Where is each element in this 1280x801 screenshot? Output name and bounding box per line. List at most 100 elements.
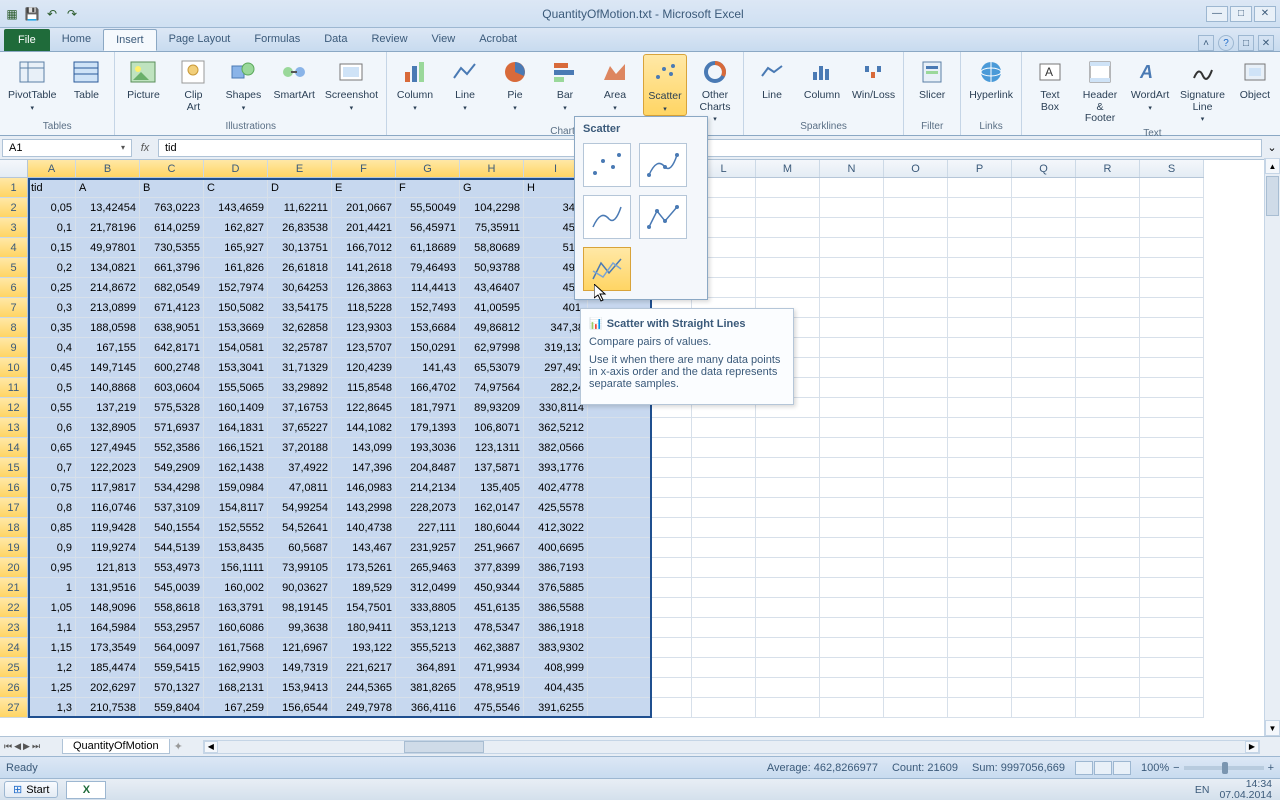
cell[interactable]: 156,6544 — [268, 698, 332, 718]
cell[interactable]: 0,45 — [28, 358, 76, 378]
cell[interactable]: 163,3791 — [204, 598, 268, 618]
cell[interactable]: 73,99105 — [268, 558, 332, 578]
cell[interactable] — [756, 498, 820, 518]
cell[interactable] — [884, 238, 948, 258]
cell[interactable] — [756, 698, 820, 718]
cell[interactable]: 549,2909 — [140, 458, 204, 478]
cell[interactable]: 56,45971 — [396, 218, 460, 238]
cell[interactable]: 54,52641 — [268, 518, 332, 538]
cell[interactable] — [1140, 498, 1204, 518]
hscroll-left[interactable]: ◀ — [204, 741, 218, 753]
cell[interactable] — [884, 578, 948, 598]
cell[interactable] — [948, 618, 1012, 638]
cell[interactable]: 180,9411 — [332, 618, 396, 638]
cell[interactable]: 383,9302 — [524, 638, 588, 658]
cell[interactable]: 201,0667 — [332, 198, 396, 218]
cell[interactable]: D — [268, 178, 332, 198]
cell[interactable]: 37,4922 — [268, 458, 332, 478]
shapes-button[interactable]: Shapes▾ — [221, 54, 265, 114]
cell[interactable] — [820, 438, 884, 458]
cell[interactable]: 165,927 — [204, 238, 268, 258]
row-header[interactable]: 7 — [0, 298, 28, 318]
cell[interactable] — [884, 438, 948, 458]
clipart-button[interactable]: Clip Art — [171, 54, 215, 115]
cell[interactable]: 0,1 — [28, 218, 76, 238]
cell[interactable]: 161,826 — [204, 258, 268, 278]
cell[interactable]: 162,827 — [204, 218, 268, 238]
cell[interactable] — [652, 418, 692, 438]
cell[interactable]: 0,35 — [28, 318, 76, 338]
cell[interactable]: 537,3109 — [140, 498, 204, 518]
cell[interactable]: 160,6086 — [204, 618, 268, 638]
cell[interactable] — [1140, 298, 1204, 318]
cell[interactable] — [1012, 438, 1076, 458]
cell[interactable]: 244,5365 — [332, 678, 396, 698]
cell[interactable] — [652, 678, 692, 698]
cell[interactable]: 475,5546 — [460, 698, 524, 718]
tab-page-layout[interactable]: Page Layout — [157, 29, 243, 51]
cell[interactable] — [948, 578, 1012, 598]
row-header[interactable]: 23 — [0, 618, 28, 638]
column-header[interactable]: B — [76, 160, 140, 177]
cell[interactable]: 54,99254 — [268, 498, 332, 518]
column-header[interactable]: Q — [1012, 160, 1076, 177]
cell[interactable]: 147,396 — [332, 458, 396, 478]
row-header[interactable]: 15 — [0, 458, 28, 478]
cell[interactable]: 221,6217 — [332, 658, 396, 678]
cell[interactable] — [948, 278, 1012, 298]
cell[interactable] — [820, 598, 884, 618]
cell[interactable]: 168,2131 — [204, 678, 268, 698]
cell[interactable] — [1012, 498, 1076, 518]
cell[interactable] — [1140, 478, 1204, 498]
cell[interactable] — [1012, 538, 1076, 558]
cell[interactable] — [884, 358, 948, 378]
cell[interactable] — [692, 558, 756, 578]
cell[interactable] — [1076, 438, 1140, 458]
slicer-button[interactable]: Slicer — [910, 54, 954, 104]
cell[interactable]: 131,9516 — [76, 578, 140, 598]
cell[interactable] — [1140, 178, 1204, 198]
cell[interactable]: 141,43 — [396, 358, 460, 378]
cell[interactable] — [692, 438, 756, 458]
cell[interactable]: 0,6 — [28, 418, 76, 438]
cell[interactable]: 143,099 — [332, 438, 396, 458]
cell[interactable]: 603,0604 — [140, 378, 204, 398]
cell[interactable] — [948, 418, 1012, 438]
cell[interactable]: 462,3887 — [460, 638, 524, 658]
cell[interactable] — [1076, 358, 1140, 378]
cell[interactable]: 0,8 — [28, 498, 76, 518]
cell[interactable] — [948, 478, 1012, 498]
cell[interactable]: 141,2618 — [332, 258, 396, 278]
cell[interactable]: 75,35911 — [460, 218, 524, 238]
cell[interactable] — [884, 218, 948, 238]
cell[interactable] — [588, 618, 652, 638]
sheet-nav-prev[interactable]: ◀ — [14, 741, 21, 752]
cell[interactable]: 150,5082 — [204, 298, 268, 318]
cell[interactable]: 366,4116 — [396, 698, 460, 718]
cell[interactable] — [884, 678, 948, 698]
row-header[interactable]: 20 — [0, 558, 28, 578]
cell[interactable] — [692, 658, 756, 678]
cell[interactable]: 65,53079 — [460, 358, 524, 378]
tab-acrobat[interactable]: Acrobat — [467, 29, 529, 51]
cell[interactable]: 154,7501 — [332, 598, 396, 618]
cell[interactable] — [692, 578, 756, 598]
row-header[interactable]: 27 — [0, 698, 28, 718]
cell[interactable]: 98,19145 — [268, 598, 332, 618]
column-header[interactable]: F — [332, 160, 396, 177]
cell[interactable]: 126,3863 — [332, 278, 396, 298]
cell[interactable] — [756, 618, 820, 638]
cell[interactable] — [1012, 338, 1076, 358]
cell[interactable] — [756, 178, 820, 198]
cell[interactable]: 26,61818 — [268, 258, 332, 278]
cell[interactable]: 143,2998 — [332, 498, 396, 518]
cell[interactable]: 355,5213 — [396, 638, 460, 658]
cell[interactable] — [756, 438, 820, 458]
cell[interactable] — [948, 318, 1012, 338]
cell[interactable]: 386,1918 — [524, 618, 588, 638]
cell[interactable] — [884, 518, 948, 538]
cell[interactable]: 164,1831 — [204, 418, 268, 438]
other-charts-button[interactable]: Other Charts▾ — [693, 54, 737, 125]
cell[interactable] — [1076, 578, 1140, 598]
window-close-icon[interactable]: ✕ — [1258, 35, 1274, 51]
